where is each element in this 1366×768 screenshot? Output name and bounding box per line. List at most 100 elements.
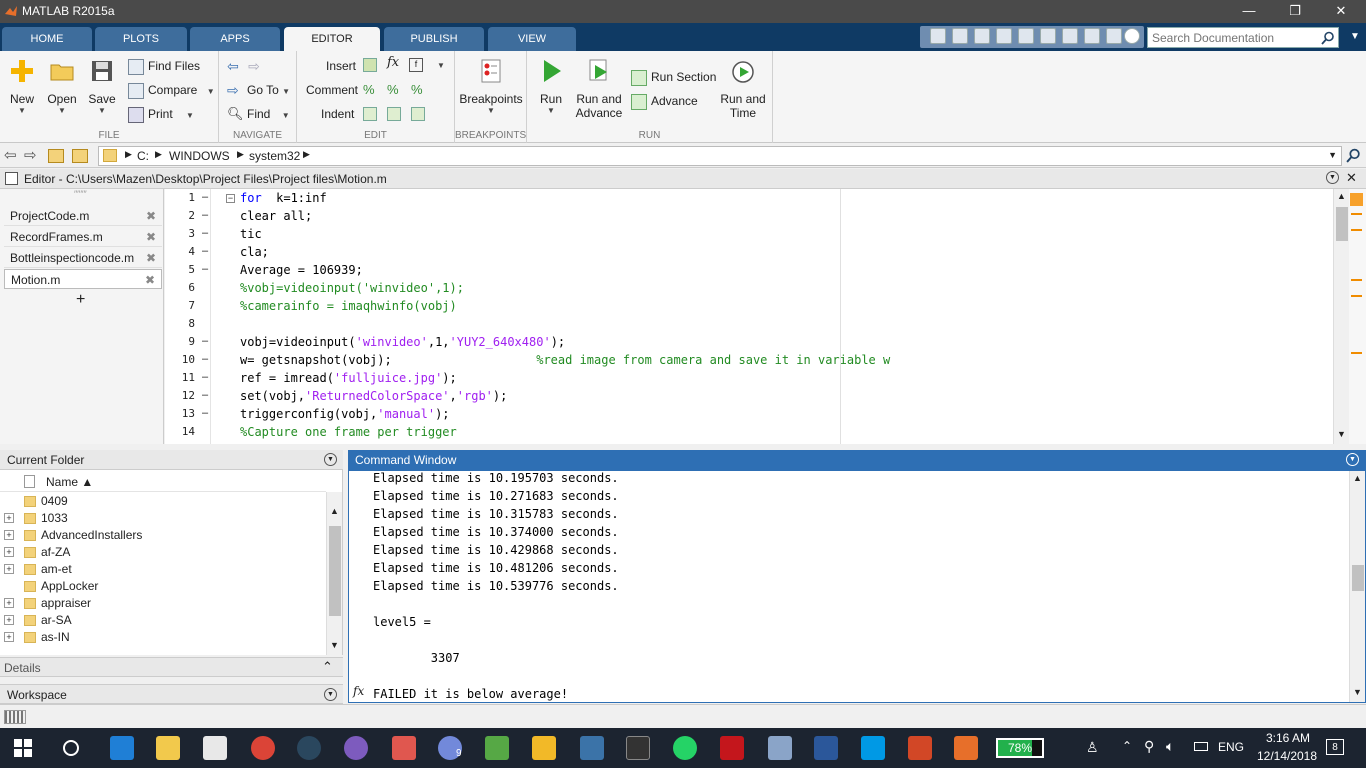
scrollbar-thumb[interactable] (1336, 207, 1348, 241)
wrap-comments-icon[interactable]: % (411, 82, 423, 97)
breadcrumb-system32[interactable]: system32 (249, 149, 300, 163)
status-grip-icon[interactable] (4, 710, 26, 724)
expand-plus-icon[interactable]: + (4, 513, 14, 523)
code-line[interactable]: triggerconfig(vobj,'manual'); (240, 407, 450, 421)
code-line[interactable]: cla; (240, 245, 269, 259)
print-icon[interactable] (1106, 28, 1122, 44)
warning-marker[interactable] (1351, 279, 1362, 281)
restore-button[interactable]: ❐ (1272, 0, 1318, 23)
file-tab-projectcode[interactable]: ProjectCode.m ✖ (4, 206, 162, 226)
back-arrow-icon[interactable]: ⇦ (4, 146, 17, 164)
steam-icon[interactable] (297, 736, 321, 760)
scrollbar-thumb[interactable] (1352, 565, 1364, 591)
matlab-taskbar-icon[interactable] (954, 736, 978, 760)
insert-function-icon[interactable]: fx (387, 55, 399, 70)
close-button[interactable]: ✕ (1318, 0, 1364, 23)
breakpoint-marker[interactable]: – (201, 245, 209, 257)
advance-button[interactable]: Advance (631, 91, 698, 111)
search-input[interactable] (1148, 28, 1318, 47)
panel-actions-icon[interactable]: ▼ (1346, 453, 1359, 466)
app-spiral-icon[interactable] (344, 736, 368, 760)
file-tab-motion[interactable]: Motion.m ✖ (4, 269, 162, 289)
scroll-up-icon[interactable]: ▲ (330, 506, 339, 516)
clock-date[interactable]: 12/14/2018 (1252, 749, 1322, 763)
volume-icon[interactable]: 🔈︎ (1166, 738, 1174, 755)
undo-icon[interactable] (1040, 28, 1056, 44)
minimize-button[interactable]: — (1226, 0, 1272, 23)
editor-vertical-scrollbar[interactable]: ▲ ▼ (1333, 189, 1349, 444)
path-breadcrumb[interactable]: ▶ C: ▶ WINDOWS ▶ system32 ▶ ▼ (98, 146, 1342, 166)
store-icon[interactable] (203, 736, 227, 760)
breadcrumb-c[interactable]: C: (137, 149, 149, 163)
scroll-down-icon[interactable]: ▼ (330, 640, 339, 650)
breakpoint-marker[interactable]: – (201, 335, 209, 347)
layout-icon[interactable] (930, 28, 946, 44)
scroll-down-icon[interactable]: ▼ (1353, 687, 1362, 697)
powerpoint-icon[interactable] (908, 736, 932, 760)
scroll-down-icon[interactable]: ▼ (1337, 429, 1346, 439)
word-icon[interactable] (814, 736, 838, 760)
app-network-icon[interactable] (768, 736, 792, 760)
warning-marker[interactable] (1351, 229, 1362, 231)
switch-windows-icon[interactable] (1084, 28, 1100, 44)
scroll-up-icon[interactable]: ▲ (1353, 473, 1362, 483)
python-icon[interactable] (580, 736, 604, 760)
code-line[interactable]: tic (240, 227, 262, 241)
open-button[interactable]: Open ▼ (44, 55, 80, 115)
forward-arrow-icon[interactable]: ⇨ (248, 58, 260, 74)
redo-icon[interactable] (1062, 28, 1078, 44)
expand-plus-icon[interactable]: + (4, 615, 14, 625)
uncomment-icon[interactable]: % (387, 82, 399, 97)
tab-home[interactable]: HOME (2, 27, 92, 51)
comment-button[interactable]: Comment (306, 80, 358, 100)
expand-plus-icon[interactable]: + (4, 564, 14, 574)
smart-indent-icon[interactable] (363, 107, 377, 121)
insert-button[interactable]: Insert (326, 56, 356, 76)
code-line[interactable]: vobj=videoinput('winvideo',1,'YUY2_640x4… (240, 335, 565, 349)
scrollbar-thumb[interactable] (329, 526, 341, 616)
tab-editor[interactable]: EDITOR (284, 27, 380, 51)
paste-icon[interactable] (1018, 28, 1034, 44)
warning-marker[interactable] (1351, 295, 1362, 297)
command-window[interactable]: Elapsed time is 10.195703 seconds. Elapse… (348, 470, 1366, 703)
warning-marker[interactable] (1351, 213, 1362, 215)
panel-actions-icon[interactable]: ▼ (324, 688, 337, 701)
close-icon[interactable]: ✖ (145, 270, 155, 290)
folder-row[interactable]: + AdvancedInstallers (0, 527, 326, 544)
chevron-down-icon[interactable]: ▼ (437, 61, 445, 70)
indent-button[interactable]: Indent (321, 104, 354, 124)
command-vertical-scrollbar[interactable]: ▲ ▼ (1349, 471, 1365, 702)
up-folder-icon[interactable] (48, 149, 64, 163)
find-files-button[interactable]: Find Files (128, 56, 200, 76)
add-file-button[interactable]: + (76, 291, 85, 309)
insert-section-icon[interactable] (363, 58, 377, 72)
tab-view[interactable]: VIEW (488, 27, 576, 51)
code-editor[interactable]: 1–2–3–4–5–6 7 8 9–10–11–12–13–14 for k=1:in… (165, 189, 1333, 444)
tab-apps[interactable]: APPS (190, 27, 280, 51)
language-indicator[interactable]: ENG (1218, 740, 1244, 754)
file-tab-recordframes[interactable]: RecordFrames.m ✖ (4, 227, 162, 247)
expand-plus-icon[interactable]: + (4, 547, 14, 557)
find-button[interactable]: 🔍︎ Find ▼ (227, 104, 290, 124)
panel-actions-icon[interactable]: ▼ (324, 453, 337, 466)
folder-row[interactable]: +1033 (0, 510, 326, 527)
folder-row[interactable]: + as-IN (0, 629, 326, 646)
new-button[interactable]: New ▼ (4, 55, 40, 115)
search-folder-icon[interactable] (1346, 148, 1361, 163)
breakpoint-marker[interactable]: – (201, 191, 209, 203)
print-button[interactable]: Print ▼ (128, 104, 194, 124)
breakpoint-marker[interactable]: – (201, 209, 209, 221)
forward-arrow-icon[interactable]: ⇨ (24, 146, 37, 164)
save-icon[interactable] (952, 28, 968, 44)
collapse-toolstrip-icon[interactable]: ▼ (1350, 31, 1360, 42)
battery-indicator[interactable]: 78% (996, 738, 1044, 758)
code-line[interactable]: set(vobj,'ReturnedColorSpace','rgb'); (240, 389, 507, 403)
network-icon[interactable]: ⚲ (1144, 738, 1154, 755)
app-yellow-icon[interactable] (532, 736, 556, 760)
folder-row[interactable]: AppLocker (0, 578, 326, 595)
mpc-icon[interactable] (626, 736, 650, 760)
file-tab-bottleinspection[interactable]: Bottleinspectioncode.m ✖ (4, 248, 162, 268)
cut-icon[interactable] (974, 28, 990, 44)
expand-plus-icon[interactable]: + (4, 632, 14, 642)
warning-indicator-icon[interactable] (1350, 193, 1363, 206)
